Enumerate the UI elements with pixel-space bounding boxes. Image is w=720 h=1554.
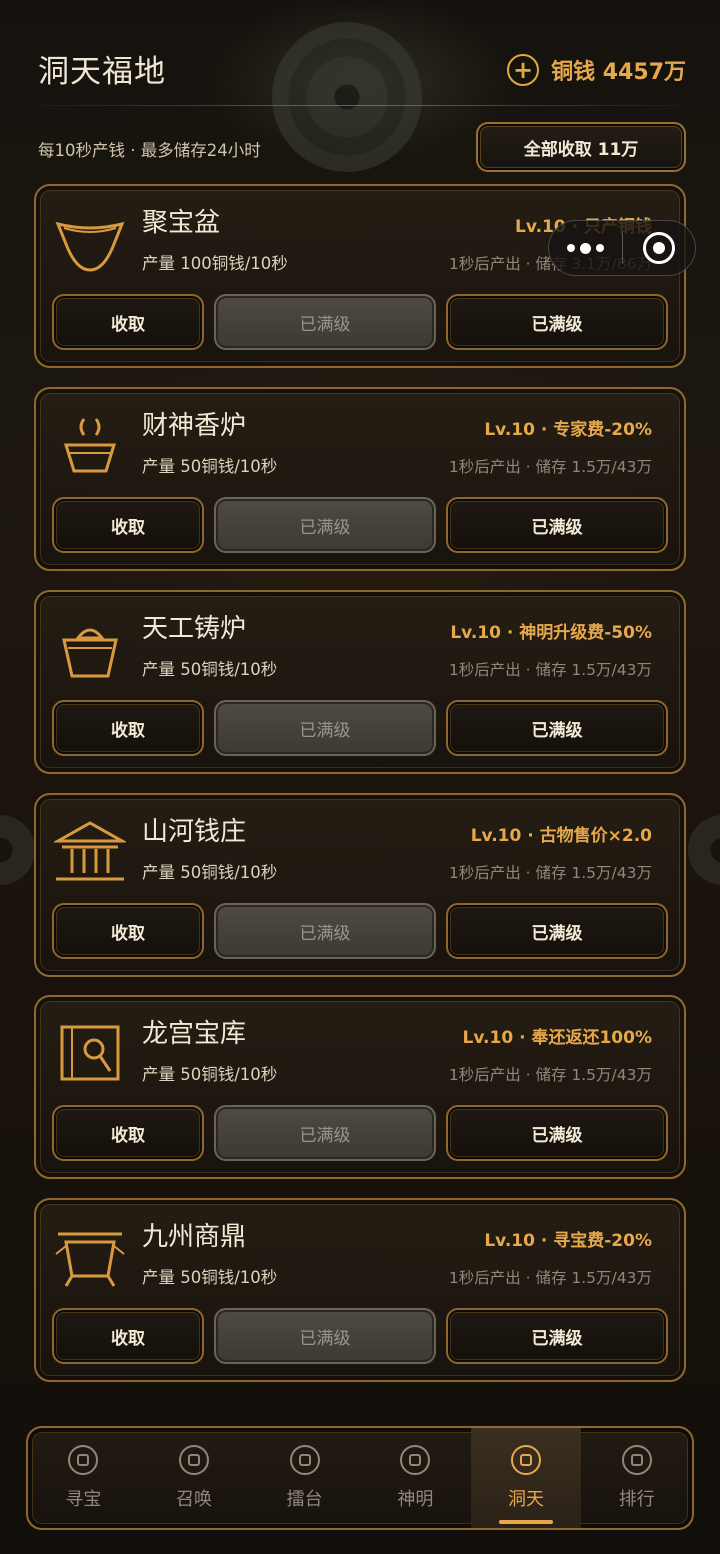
building-output: 产量 50铜钱/10秒	[142, 863, 278, 882]
maxed-button[interactable]: 已满级	[446, 1105, 668, 1161]
nav-label: 寻宝	[65, 1489, 102, 1510]
building-output: 产量 100铜钱/10秒	[142, 254, 288, 273]
forge-icon	[62, 628, 118, 678]
building-output: 产量 50铜钱/10秒	[142, 1268, 278, 1287]
incense-burner-icon	[63, 418, 117, 473]
nav-tab-ranking[interactable]: 排行	[581, 1428, 692, 1528]
cauldron-icon	[55, 1232, 125, 1287]
production-info: 每10秒产钱 · 最多储存24小时	[38, 141, 261, 160]
collect-all-button[interactable]: 全部收取 11万	[476, 122, 686, 172]
building-level: Lv.10 · 寻宝费-20%	[484, 1231, 652, 1251]
building-card-jubaopen: 聚宝盆 产量 100铜钱/10秒 Lv.10 · 只产铜钱 1秒后产出 · 储存…	[34, 184, 686, 368]
collect-button[interactable]: 收取	[52, 1308, 204, 1364]
maxed-button-disabled[interactable]: 已满级	[214, 700, 436, 756]
building-card-longgong: 龙宫宝库 产量 50铜钱/10秒 Lv.10 · 奉还返还100% 1秒后产出 …	[34, 995, 686, 1179]
vault-icon	[60, 1025, 120, 1081]
page-title: 洞天福地	[38, 54, 166, 90]
building-card-jiuzhou: 九州商鼎 产量 50铜钱/10秒 Lv.10 · 寻宝费-20% 1秒后产出 ·…	[34, 1198, 686, 1382]
building-card-tiangong: 天工铸炉 产量 50铜钱/10秒 Lv.10 · 神明升级费-50% 1秒后产出…	[34, 590, 686, 774]
header-divider	[38, 105, 682, 106]
building-level: Lv.10 · 古物售价×2.0	[470, 826, 652, 846]
building-storage: 1秒后产出 · 储存 1.5万/43万	[448, 1066, 652, 1084]
ranking-icon	[621, 1445, 652, 1475]
building-level: Lv.10 · 神明升级费-50%	[450, 623, 652, 643]
nav-tab-cave-home[interactable]: 洞天	[470, 1428, 582, 1528]
coin-balance-text: 铜钱 4457万	[551, 60, 686, 85]
arena-icon	[289, 1445, 320, 1475]
maxed-button-disabled[interactable]: 已满级	[214, 294, 436, 350]
building-level: Lv.10 · 奉还返还100%	[462, 1028, 652, 1048]
cave-home-icon	[511, 1445, 542, 1475]
building-storage: 1秒后产出 · 储存 1.5万/43万	[448, 1269, 652, 1287]
nav-tab-summon[interactable]: 召唤	[139, 1428, 250, 1528]
building-output: 产量 50铜钱/10秒	[142, 660, 278, 679]
collect-button[interactable]: 收取	[52, 903, 204, 959]
maxed-button-disabled[interactable]: 已满级	[214, 1308, 436, 1364]
building-storage: 1秒后产出 · 储存 1.5万/43万	[448, 458, 652, 476]
building-name: 山河钱庄	[142, 817, 247, 847]
background-jade-disc-left	[0, 815, 35, 885]
building-storage: 1秒后产出 · 储存 1.5万/43万	[448, 864, 652, 882]
building-output: 产量 50铜钱/10秒	[142, 457, 278, 476]
summon-icon	[179, 1445, 209, 1475]
nav-label: 洞天	[508, 1489, 545, 1510]
building-level: Lv.10 · 专家费-20%	[484, 420, 652, 440]
nav-tab-treasure-hunt[interactable]: 寻宝	[28, 1428, 139, 1528]
nav-label: 神明	[397, 1489, 434, 1510]
deity-icon	[400, 1445, 431, 1475]
coin-balance: + 铜钱 4457万	[507, 54, 686, 86]
bank-icon	[54, 821, 126, 881]
nav-label: 排行	[618, 1489, 655, 1510]
miniprogram-capsule	[548, 220, 696, 276]
collect-button[interactable]: 收取	[52, 294, 204, 350]
maxed-button-disabled[interactable]: 已满级	[214, 903, 436, 959]
building-name: 九州商鼎	[142, 1222, 247, 1252]
building-name: 天工铸炉	[142, 614, 247, 644]
collect-button[interactable]: 收取	[52, 1105, 204, 1161]
maxed-button[interactable]: 已满级	[446, 497, 668, 553]
nav-tab-arena[interactable]: 擂台	[249, 1428, 360, 1528]
add-coins-icon[interactable]: +	[507, 54, 540, 86]
background-jade-disc	[272, 22, 422, 172]
treasure-hunt-icon	[68, 1445, 99, 1475]
building-storage: 1秒后产出 · 储存 1.5万/43万	[448, 661, 652, 679]
close-miniprogram-icon[interactable]	[623, 221, 696, 275]
maxed-button[interactable]: 已满级	[446, 294, 668, 350]
nav-label: 擂台	[286, 1489, 323, 1510]
building-output: 产量 50铜钱/10秒	[142, 1065, 278, 1084]
nav-tab-deity[interactable]: 神明	[360, 1428, 471, 1528]
nav-label: 召唤	[176, 1489, 212, 1510]
maxed-button[interactable]: 已满级	[446, 903, 668, 959]
building-card-shanhe: 山河钱庄 产量 50铜钱/10秒 Lv.10 · 古物售价×2.0 1秒后产出 …	[34, 793, 686, 977]
treasure-bowl-icon	[55, 221, 125, 272]
maxed-button[interactable]: 已满级	[446, 1308, 668, 1364]
maxed-button-disabled[interactable]: 已满级	[214, 1105, 436, 1161]
background-jade-disc-right	[688, 815, 720, 885]
maxed-button[interactable]: 已满级	[446, 700, 668, 756]
collect-button[interactable]: 收取	[52, 497, 204, 553]
collect-button[interactable]: 收取	[52, 700, 204, 756]
building-name: 财神香炉	[142, 411, 247, 441]
building-name: 聚宝盆	[142, 208, 221, 238]
building-name: 龙宫宝库	[142, 1019, 247, 1049]
more-options-icon[interactable]	[549, 221, 622, 275]
maxed-button-disabled[interactable]: 已满级	[214, 497, 436, 553]
bottom-nav: 寻宝 召唤 擂台 神明 洞天 排行	[26, 1426, 694, 1530]
building-card-caishen: 财神香炉 产量 50铜钱/10秒 Lv.10 · 专家费-20% 1秒后产出 ·…	[34, 387, 686, 571]
